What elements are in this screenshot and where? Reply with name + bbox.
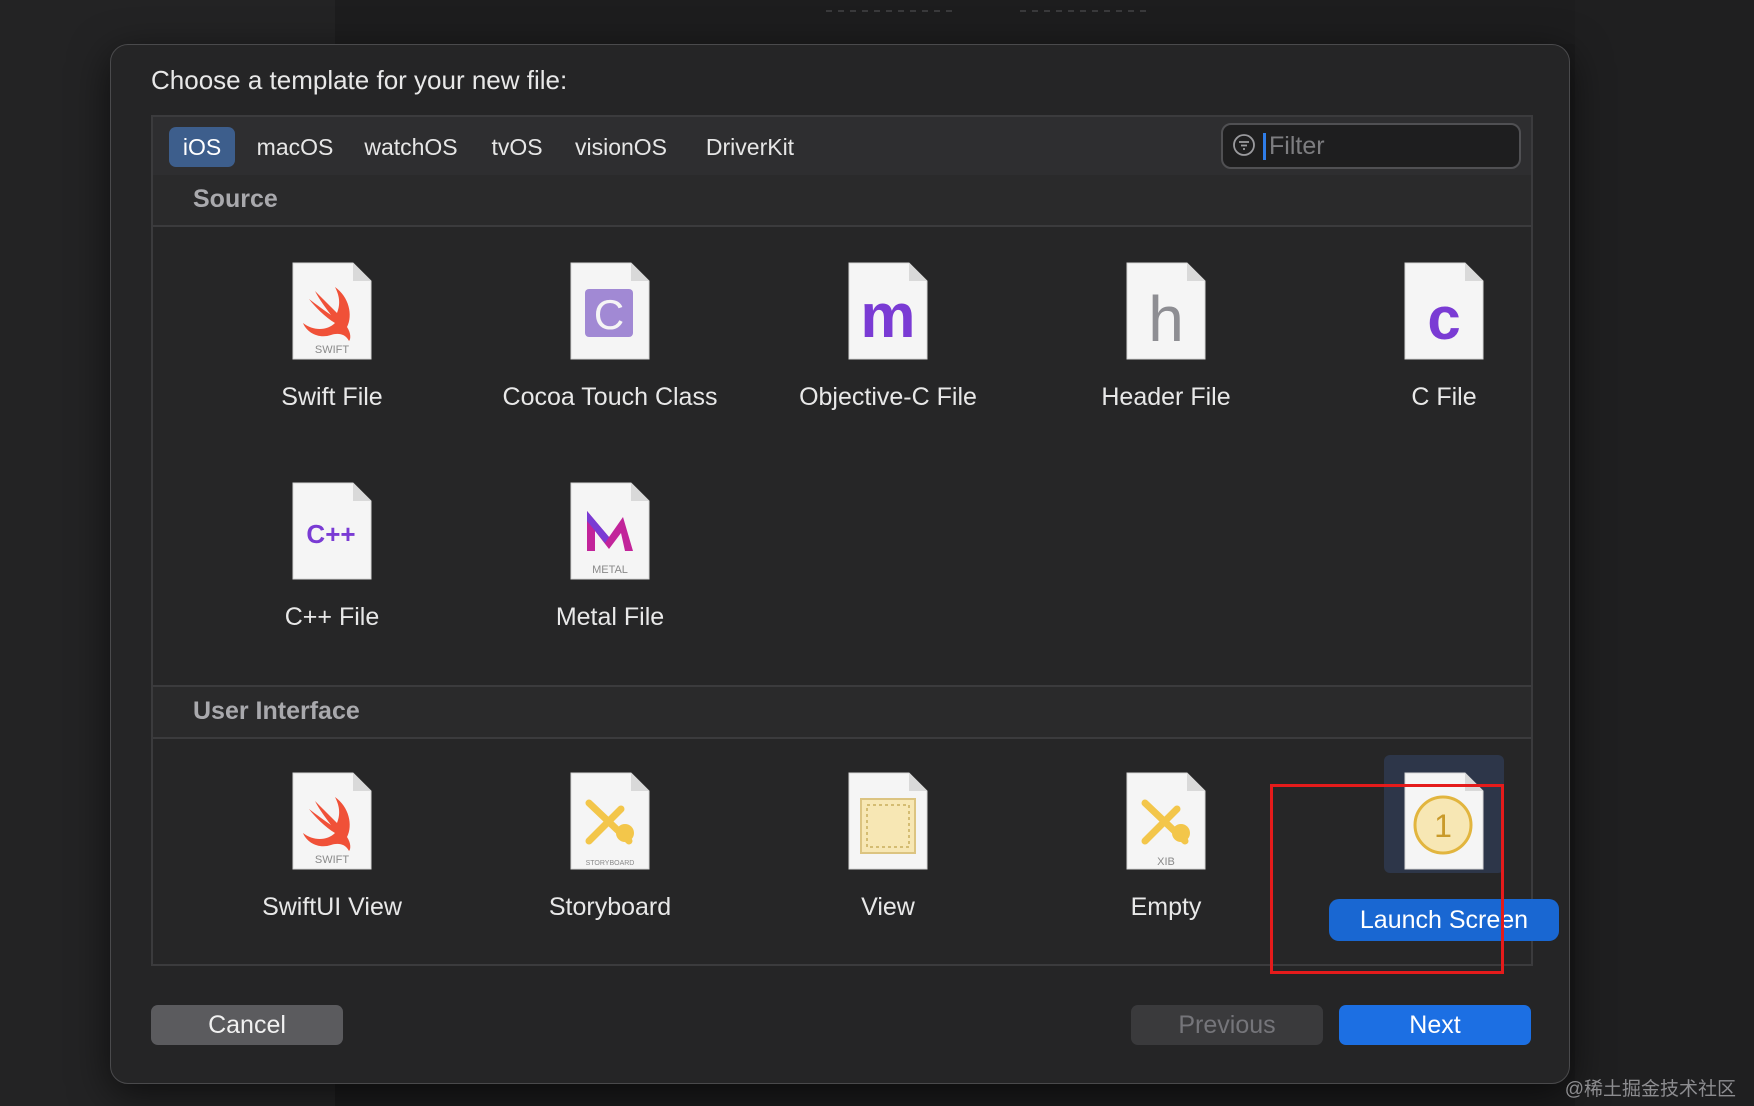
svg-text:SWIFT: SWIFT bbox=[315, 854, 349, 866]
watermark: @稀土掘金技术社区 bbox=[1564, 1079, 1736, 1100]
template-label: Header File bbox=[1101, 383, 1231, 411]
filter-icon bbox=[1233, 134, 1255, 156]
template-label: SwiftUI View bbox=[262, 893, 402, 921]
tab-driverkit[interactable]: DriverKit bbox=[695, 127, 805, 167]
section-label-user-interface: User Interface bbox=[193, 697, 360, 725]
tab-visionos[interactable]: visionOS bbox=[571, 127, 671, 167]
c-file-icon: c bbox=[1404, 262, 1484, 360]
template-header-file[interactable]: h Header File bbox=[1027, 261, 1305, 461]
template-label: Objective-C File bbox=[799, 383, 977, 411]
objective-c-file-icon: m bbox=[848, 262, 928, 360]
template-label: Empty bbox=[1130, 893, 1202, 921]
template-panel: iOS macOS watchOS tvOS visionOS DriverKi… bbox=[151, 115, 1559, 974]
template-metal-file[interactable]: METAL Metal File bbox=[471, 481, 749, 681]
svg-text:m: m bbox=[860, 282, 915, 351]
svg-text:C++: C++ bbox=[306, 519, 355, 549]
template-c-file[interactable]: c C File bbox=[1305, 261, 1583, 461]
svg-text:STORYBOARD: STORYBOARD bbox=[586, 860, 635, 867]
filter-field[interactable] bbox=[1221, 123, 1521, 169]
storyboard-icon: STORYBOARD bbox=[570, 772, 650, 870]
template-swiftui-view[interactable]: SWIFT SwiftUI View bbox=[193, 771, 471, 971]
tab-ios[interactable]: iOS bbox=[169, 127, 235, 167]
new-file-template-dialog: Choose a template for your new file: iOS… bbox=[110, 44, 1570, 1084]
section-header-user-interface: User Interface bbox=[153, 685, 1531, 739]
dialog-title: Choose a template for your new file: bbox=[151, 65, 568, 95]
text-cursor bbox=[1263, 133, 1266, 160]
template-label: Metal File bbox=[555, 603, 665, 631]
view-file-icon bbox=[848, 772, 928, 870]
svg-text:METAL: METAL bbox=[592, 564, 628, 576]
background-ruler bbox=[1020, 10, 1150, 12]
annotation-selection-frame bbox=[1270, 784, 1504, 974]
template-label: Swift File bbox=[281, 383, 383, 411]
metal-file-icon: METAL bbox=[570, 482, 650, 580]
template-label: Storyboard bbox=[548, 893, 672, 921]
template-cpp-file[interactable]: C++ C++ File bbox=[193, 481, 471, 681]
svg-text:C: C bbox=[594, 291, 624, 338]
section-header-source: Source bbox=[153, 175, 1531, 227]
section-label-source: Source bbox=[193, 185, 278, 213]
svg-text:SWIFT: SWIFT bbox=[315, 344, 349, 356]
platform-tab-bar: iOS macOS watchOS tvOS visionOS DriverKi… bbox=[153, 117, 1531, 177]
template-empty-xib[interactable]: XIB Empty bbox=[1027, 771, 1305, 971]
svg-text:c: c bbox=[1427, 285, 1460, 352]
template-label: Cocoa Touch Class bbox=[502, 383, 718, 411]
background-ruler bbox=[826, 10, 956, 12]
background-editor-toolbar bbox=[335, 0, 1575, 44]
template-view[interactable]: View bbox=[749, 771, 1027, 971]
template-label: C++ File bbox=[284, 603, 380, 631]
previous-button[interactable]: Previous bbox=[1131, 1005, 1323, 1045]
template-swift-file[interactable]: SWIFT Swift File bbox=[193, 261, 471, 461]
template-objective-c-file[interactable]: m Objective-C File bbox=[749, 261, 1027, 461]
svg-text:XIB: XIB bbox=[1157, 856, 1175, 868]
tab-tvos[interactable]: tvOS bbox=[487, 127, 547, 167]
xib-empty-icon: XIB bbox=[1126, 772, 1206, 870]
next-button[interactable]: Next bbox=[1339, 1005, 1531, 1045]
cpp-file-icon: C++ bbox=[292, 482, 372, 580]
template-cocoa-touch-class[interactable]: C Cocoa Touch Class bbox=[471, 261, 749, 461]
header-file-icon: h bbox=[1126, 262, 1206, 360]
swiftui-view-icon: SWIFT bbox=[292, 772, 372, 870]
template-storyboard[interactable]: STORYBOARD Storyboard bbox=[471, 771, 749, 971]
filter-input[interactable] bbox=[1267, 127, 1511, 165]
cancel-button[interactable]: Cancel bbox=[151, 1005, 343, 1045]
background-right-panel bbox=[1575, 0, 1754, 1106]
template-label: View bbox=[861, 893, 915, 921]
tab-macos[interactable]: macOS bbox=[255, 127, 335, 167]
cocoa-touch-class-icon: C bbox=[570, 262, 650, 360]
tab-watchos[interactable]: watchOS bbox=[361, 127, 461, 167]
svg-text:h: h bbox=[1148, 283, 1184, 355]
swift-file-icon: SWIFT bbox=[292, 262, 372, 360]
template-label: C File bbox=[1411, 383, 1477, 411]
